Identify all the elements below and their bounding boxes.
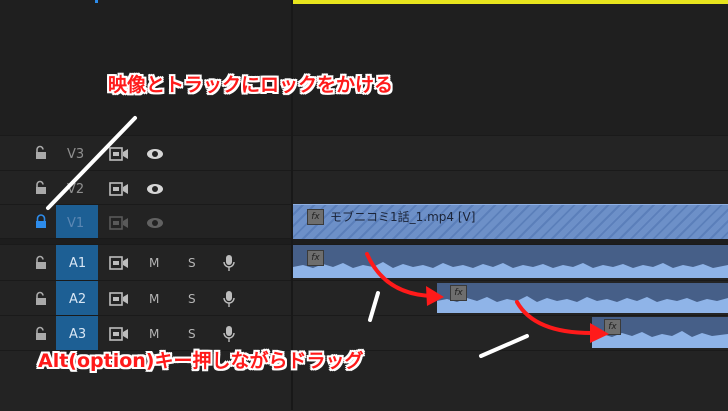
annotation-drag-instruction: Alt(option)キー押しながらドラッグ <box>38 350 364 372</box>
annotation-lock-instruction: 映像とトラックにロックをかける <box>108 74 394 96</box>
